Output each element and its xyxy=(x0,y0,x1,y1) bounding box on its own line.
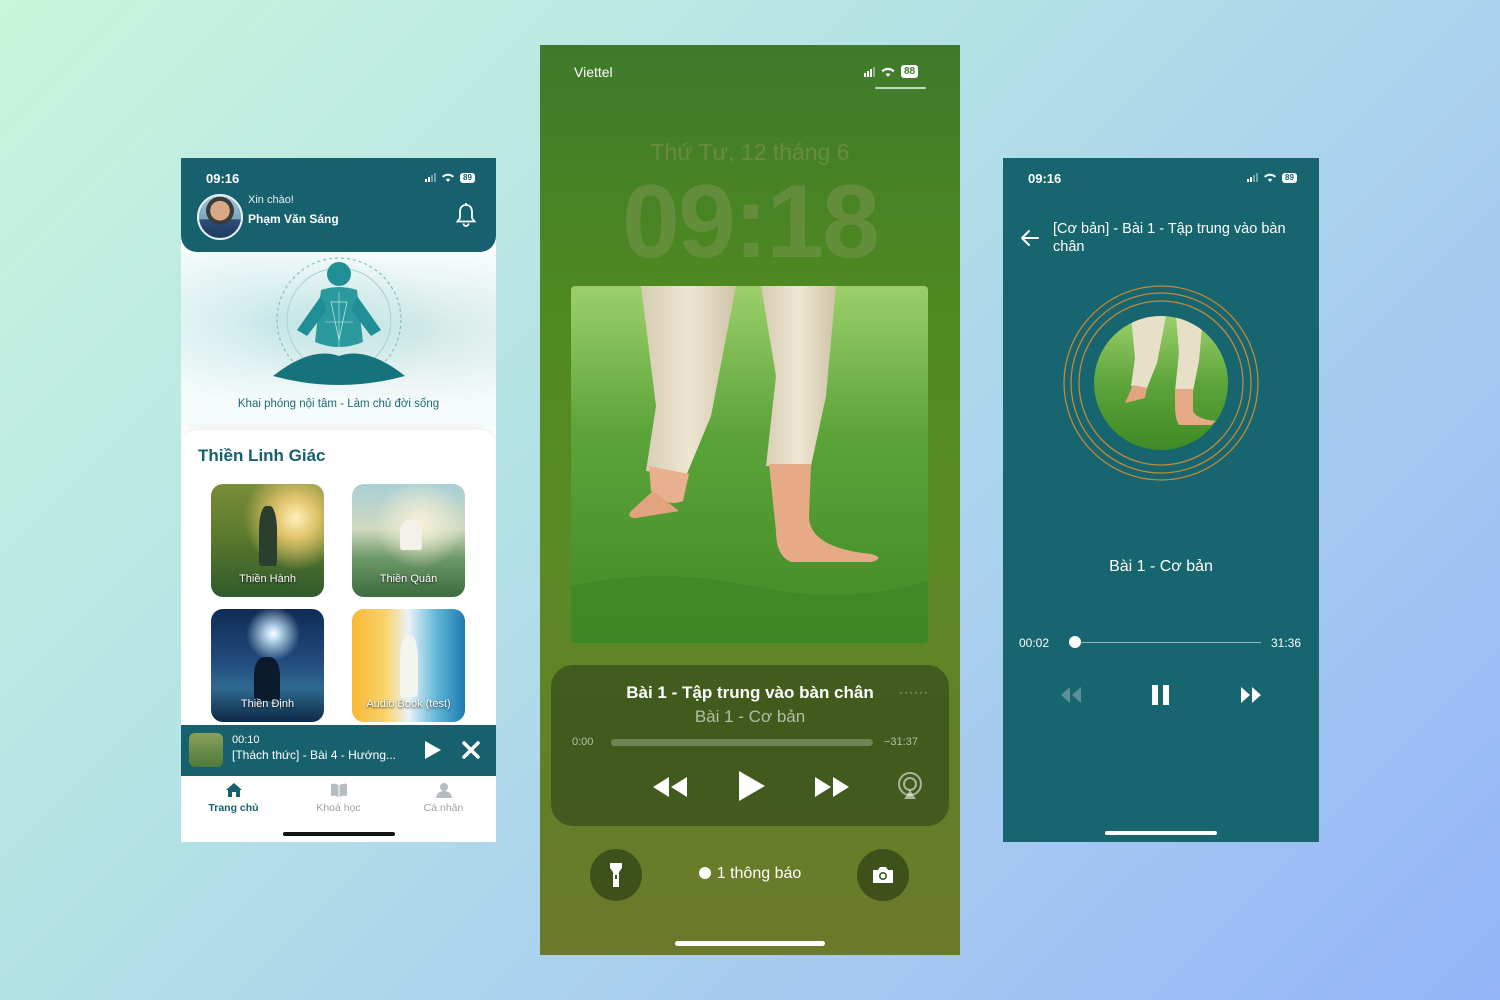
status-icons: 89 xyxy=(1247,172,1297,183)
tagline: Khai phóng nội tâm - Làm chủ đời sống xyxy=(237,398,440,410)
tab-label: Trang chủ xyxy=(208,802,259,814)
camera-icon xyxy=(873,867,893,883)
pause-icon[interactable] xyxy=(1150,684,1172,706)
carrier-name: Viettel xyxy=(574,64,613,80)
user-name: Phạm Văn Sáng xyxy=(248,212,339,226)
battery-indicator: 89 xyxy=(1282,172,1297,183)
camera-button[interactable] xyxy=(857,849,909,901)
tab-profile[interactable]: Cá nhân xyxy=(391,782,496,814)
media-progress-bar[interactable] xyxy=(611,739,873,746)
course-card-thien-quan[interactable]: Thiền Quán xyxy=(352,484,465,597)
status-time: 09:16 xyxy=(206,171,240,186)
media-controls-widget: Bài 1 - Tập trung vào bàn chân Bài 1 - C… xyxy=(551,665,949,826)
media-track-title: Bài 1 - Tập trung vào bàn chân xyxy=(626,683,874,702)
meditation-figure-illustration xyxy=(273,257,405,385)
wifi-icon xyxy=(881,67,895,77)
status-icons: 89 xyxy=(425,172,475,183)
media-remaining: −31:37 xyxy=(884,736,918,748)
walking-feet-illustration xyxy=(571,286,928,643)
tab-label: Khoá học xyxy=(316,802,361,814)
mini-player-thumbnail xyxy=(189,733,223,767)
lock-screen: Viettel 88 Thứ Tư, 12 tháng 6 09:18 Bài … xyxy=(540,45,960,955)
card-label: Audio Book (test) xyxy=(366,698,451,710)
close-icon[interactable] xyxy=(462,741,480,759)
play-icon[interactable] xyxy=(424,740,442,760)
player-screen: 09:16 89 [Cơ bản] - Bài 1 - Tập trung và… xyxy=(1003,158,1319,842)
total-time: 31:36 xyxy=(1271,636,1302,650)
play-icon[interactable] xyxy=(737,769,767,803)
card-label: Thiền Định xyxy=(240,698,295,710)
course-card-audio-book[interactable]: Audio Book (test) xyxy=(352,609,465,722)
rewind-icon[interactable] xyxy=(1060,686,1082,704)
card-figure xyxy=(254,657,280,701)
notification-text: 1 thông báo xyxy=(716,865,802,882)
home-indicator xyxy=(283,832,395,836)
avatar[interactable] xyxy=(197,194,243,240)
airplay-icon[interactable] xyxy=(896,771,924,801)
signal-icon xyxy=(864,66,875,77)
home-icon xyxy=(225,783,242,797)
artwork-disc xyxy=(1063,285,1259,481)
card-label: Thiền Quán xyxy=(379,573,438,585)
rewind-icon[interactable] xyxy=(651,775,689,799)
media-elapsed: 0:00 xyxy=(572,736,594,748)
card-label: Thiền Hành xyxy=(239,573,296,585)
mini-player[interactable]: 00:10 [Thách thức] - Bài 4 - Hướng... xyxy=(181,725,496,776)
course-card-thien-dinh[interactable]: Thiền Định xyxy=(211,609,324,722)
card-figure xyxy=(400,520,422,550)
person-icon xyxy=(435,783,452,798)
mini-player-title: [Thách thức] - Bài 4 - Hướng... xyxy=(232,748,396,762)
card-figure xyxy=(259,506,277,566)
tab-label: Cá nhân xyxy=(423,802,464,814)
back-arrow-icon[interactable] xyxy=(1020,229,1040,247)
status-time: 09:16 xyxy=(1028,171,1062,186)
card-figure xyxy=(400,635,418,697)
section-title: Thiền Linh Giác xyxy=(198,446,326,465)
home-header: 09:16 89 Xin chào! Phạm Văn Sáng xyxy=(181,158,496,252)
battery-indicator: 88 xyxy=(901,65,919,78)
track-name: Bài 1 - Cơ bản xyxy=(1109,558,1213,575)
status-icons: 88 xyxy=(864,65,919,78)
home-indicator xyxy=(675,941,825,946)
tab-home[interactable]: Trang chủ xyxy=(181,782,286,814)
home-indicator xyxy=(1105,831,1217,835)
notification-dot xyxy=(698,867,711,879)
seek-bar[interactable] xyxy=(1075,642,1261,643)
signal-icon xyxy=(1247,173,1258,182)
fast-forward-icon[interactable] xyxy=(1240,686,1262,704)
lock-clock: 09:18 xyxy=(622,164,880,280)
player-title: [Cơ bản] - Bài 1 - Tập trung vào bàn châ… xyxy=(1053,221,1286,255)
course-card-thien-hanh[interactable]: Thiền Hành xyxy=(211,484,324,597)
greeting-text: Xin chào! xyxy=(248,194,294,206)
status-underline xyxy=(875,87,926,89)
lock-date: Thứ Tư, 12 tháng 6 xyxy=(650,139,850,165)
battery-indicator: 89 xyxy=(460,172,475,183)
wifi-icon xyxy=(1264,173,1276,182)
elapsed-time: 00:02 xyxy=(1019,636,1050,650)
mini-player-time: 00:10 xyxy=(232,734,260,746)
bottom-nav: Trang chủ Khoá học Cá nhân xyxy=(181,776,496,842)
fast-forward-icon[interactable] xyxy=(813,775,851,799)
seek-knob[interactable] xyxy=(1069,636,1082,648)
wifi-icon xyxy=(442,173,454,182)
book-icon xyxy=(330,783,347,797)
bell-icon[interactable] xyxy=(455,202,477,228)
album-artwork xyxy=(571,286,928,643)
home-screen: 09:16 89 Xin chào! Phạm Văn Sáng Khai ph… xyxy=(181,158,496,842)
media-track-subtitle: Bài 1 - Cơ bản xyxy=(694,707,806,726)
more-icon[interactable]: ······ xyxy=(899,685,929,699)
signal-icon xyxy=(425,173,436,182)
tab-courses[interactable]: Khoá học xyxy=(286,782,391,814)
